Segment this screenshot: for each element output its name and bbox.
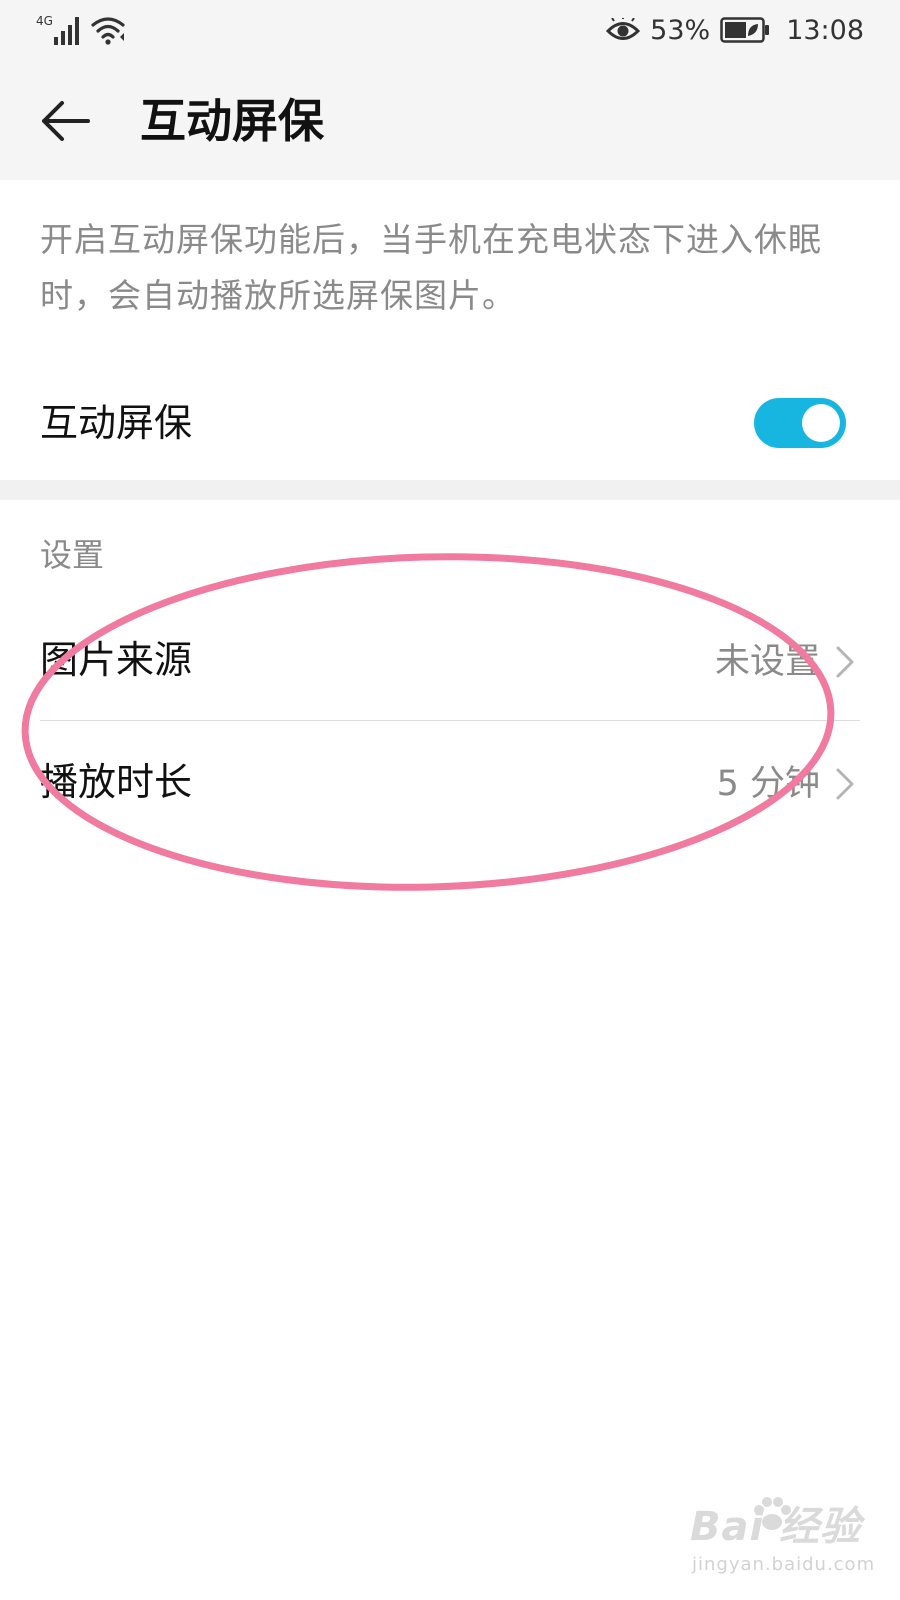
baidu-watermark: Bai 经验 jingyan.baidu.com (690, 1497, 874, 1590)
screensaver-toggle-row[interactable]: 互动屏保 (0, 366, 900, 480)
status-right: 53% 13:08 (606, 10, 864, 50)
clock: 13:08 (786, 14, 864, 46)
screensaver-switch[interactable] (754, 398, 846, 448)
watermark-url: jingyan.baidu.com (692, 1554, 876, 1575)
switch-knob (802, 404, 840, 442)
eye-comfort-icon (606, 18, 641, 40)
row-label: 播放时长 (40, 760, 193, 804)
back-button[interactable] (34, 90, 96, 152)
signal-icon: 4G (36, 14, 79, 45)
play-duration-row[interactable]: 播放时长 5 分钟 (0, 723, 900, 841)
page-title: 互动屏保 (140, 94, 324, 148)
picture-source-row[interactable]: 图片来源 未设置 (0, 601, 900, 719)
row-value: 未设置 (714, 642, 820, 682)
chevron-right-icon (836, 646, 854, 678)
row-divider (40, 720, 860, 721)
battery-percent: 53% (650, 14, 711, 46)
app-bar: 互动屏保 (0, 62, 900, 180)
paw-icon (754, 1497, 791, 1530)
wifi-icon (91, 17, 125, 45)
back-arrow-icon (42, 101, 90, 141)
chevron-right-icon (836, 768, 854, 800)
section-divider (0, 480, 900, 500)
row-value: 5 分钟 (716, 764, 820, 804)
row-label: 图片来源 (40, 638, 193, 682)
feature-description: 开启互动屏保功能后，当手机在充电状态下进入休眠时，会自动播放所选屏保图片。 (40, 220, 822, 315)
battery-icon (720, 17, 770, 43)
status-left: 4G (36, 12, 128, 48)
status-bar: 4G 53% 13:08 (0, 0, 900, 62)
network-type-label: 4G (36, 14, 53, 28)
section-header: 设置 (40, 536, 105, 574)
toggle-label: 互动屏保 (40, 401, 193, 445)
